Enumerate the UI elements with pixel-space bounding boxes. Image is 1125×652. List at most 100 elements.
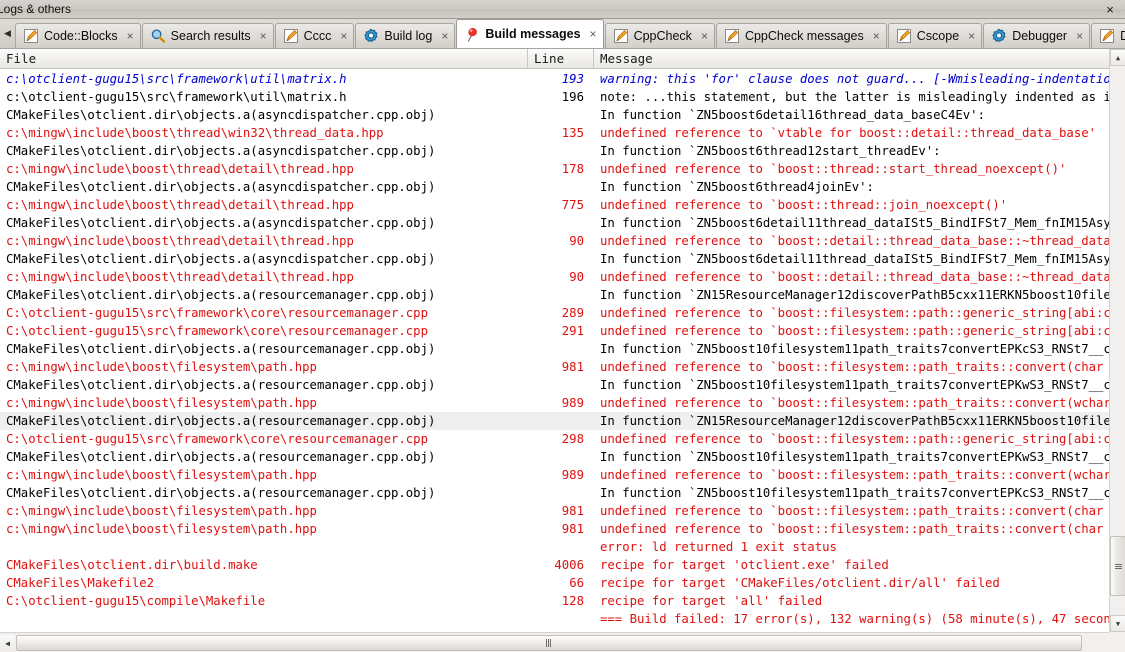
table-row[interactable]: CMakeFiles\otclient.dir\objects.a(asyncd…	[0, 214, 1109, 232]
table-row[interactable]: === Build failed: 17 error(s), 132 warni…	[0, 610, 1109, 628]
table-row[interactable]: C:\otclient-gugu15\src\framework\core\re…	[0, 304, 1109, 322]
tab-cppcheck[interactable]: CppCheck ×	[604, 23, 715, 48]
table-row[interactable]: CMakeFiles\otclient.dir\objects.a(resour…	[0, 448, 1109, 466]
scroll-left-icon[interactable]: ◀	[0, 635, 15, 651]
cell-line: 981	[561, 522, 584, 536]
cell-message: === Build failed: 17 error(s), 132 warni…	[600, 612, 1109, 626]
table-row[interactable]: CMakeFiles\otclient.dir\objects.a(asyncd…	[0, 250, 1109, 268]
tab-code-blocks[interactable]: Code::Blocks ×	[15, 23, 141, 48]
grid-body: c:\otclient-gugu15\src\framework\util\ma…	[0, 70, 1109, 632]
cell-line: 989	[561, 468, 584, 482]
tab-close-icon[interactable]: ×	[1076, 30, 1083, 42]
vertical-scrollbar-thumb[interactable]	[1110, 536, 1125, 596]
table-row[interactable]: CMakeFiles\otclient.dir\objects.a(asyncd…	[0, 142, 1109, 160]
tab-cccc[interactable]: Cccc ×	[274, 23, 355, 48]
tab-close-icon[interactable]: ×	[968, 30, 975, 42]
table-row[interactable]: C:\otclient-gugu15\src\framework\core\re…	[0, 322, 1109, 340]
cell-line: 981	[561, 504, 584, 518]
cell-message: In function `ZN15ResourceManager12discov…	[600, 288, 1109, 302]
cell-line	[528, 250, 594, 268]
cell-line	[528, 106, 594, 124]
table-row[interactable]: c:\otclient-gugu15\src\framework\util\ma…	[0, 88, 1109, 106]
panel-titlebar: Logs & others ×	[0, 0, 1125, 19]
tab-cppcheck-messages[interactable]: CppCheck messages ×	[715, 23, 887, 48]
tab-close-icon[interactable]: ×	[340, 30, 347, 42]
tab-label: CppCheck	[633, 29, 692, 43]
tab-scroll-left-icon[interactable]: ◀	[0, 19, 15, 48]
scrollbar-corner	[1109, 632, 1125, 652]
gear-icon	[991, 28, 1007, 44]
table-row[interactable]: C:\otclient-gugu15\src\framework\core\re…	[0, 430, 1109, 448]
close-icon[interactable]: ×	[1095, 0, 1125, 19]
tab-close-icon[interactable]: ×	[873, 30, 880, 42]
table-row[interactable]: c:\mingw\include\boost\filesystem\path.h…	[0, 394, 1109, 412]
table-row[interactable]: c:\mingw\include\boost\thread\detail\thr…	[0, 196, 1109, 214]
column-header-line[interactable]: Line	[528, 49, 594, 69]
tab-search-results[interactable]: Search results ×	[141, 23, 274, 48]
tab-close-icon[interactable]: ×	[441, 30, 448, 42]
tab-build-messages[interactable]: Build messages ×	[456, 19, 604, 48]
table-row[interactable]: CMakeFiles\otclient.dir\objects.a(asyncd…	[0, 178, 1109, 196]
table-row[interactable]: c:\mingw\include\boost\thread\win32\thre…	[0, 124, 1109, 142]
tab-close-icon[interactable]: ×	[701, 30, 708, 42]
cell-message: undefined reference to `boost::thread::s…	[600, 162, 1067, 176]
tab-close-icon[interactable]: ×	[260, 30, 267, 42]
tab-close-icon[interactable]: ×	[590, 28, 597, 40]
table-row[interactable]: CMakeFiles\otclient.dir\objects.a(asyncd…	[0, 106, 1109, 124]
table-row[interactable]: c:\otclient-gugu15\src\framework\util\ma…	[0, 70, 1109, 88]
tab-label: D	[1120, 29, 1125, 43]
table-row[interactable]: C:\otclient-gugu15\compile\Makefile 128 re…	[0, 592, 1109, 610]
cell-line: 128	[561, 594, 584, 608]
tab-d[interactable]: D	[1091, 23, 1125, 48]
table-row[interactable]: c:\mingw\include\boost\filesystem\path.h…	[0, 466, 1109, 484]
tab-label: CppCheck messages	[744, 29, 864, 43]
cell-file: c:\mingw\include\boost\filesystem\path.h…	[6, 468, 317, 482]
cell-file: c:\mingw\include\boost\thread\detail\thr…	[6, 162, 354, 176]
table-row[interactable]: CMakeFiles\otclient.dir\objects.a(resour…	[0, 286, 1109, 304]
tab-close-icon[interactable]: ×	[127, 30, 134, 42]
cell-file: CMakeFiles\otclient.dir\objects.a(resour…	[6, 342, 436, 356]
tab-strip: ◀ Code::Blocks × Search results × Cccc × Build…	[0, 19, 1125, 49]
table-row[interactable]: c:\mingw\include\boost\filesystem\path.h…	[0, 520, 1109, 538]
tab-label: Cccc	[303, 29, 332, 43]
table-row[interactable]: c:\mingw\include\boost\thread\detail\thr…	[0, 268, 1109, 286]
cell-message: undefined reference to `boost::filesyste…	[600, 522, 1109, 536]
table-row[interactable]: c:\mingw\include\boost\filesystem\path.h…	[0, 358, 1109, 376]
table-row[interactable]: CMakeFiles\otclient.dir\objects.a(resour…	[0, 340, 1109, 358]
table-row[interactable]: CMakeFiles\otclient.dir\objects.a(resour…	[0, 484, 1109, 502]
pencil-icon	[896, 28, 912, 44]
tab-cscope[interactable]: Cscope ×	[887, 23, 983, 48]
scroll-down-icon[interactable]: ▼	[1110, 615, 1125, 632]
horizontal-scrollbar-thumb[interactable]	[16, 635, 1082, 651]
table-row[interactable]: CMakeFiles\otclient.dir\build.make 4006 re…	[0, 556, 1109, 574]
tab-label: Code::Blocks	[44, 29, 118, 43]
cell-message: recipe for target 'all' failed	[600, 594, 823, 608]
horizontal-scrollbar[interactable]: ◀ ▶	[0, 632, 1125, 652]
pencil-icon	[1099, 28, 1115, 44]
pencil-icon	[23, 28, 39, 44]
column-header-file[interactable]: File	[0, 49, 528, 69]
cell-line	[528, 610, 594, 628]
table-row[interactable]: c:\mingw\include\boost\filesystem\path.h…	[0, 502, 1109, 520]
table-row[interactable]: CMakeFiles\Makefile2 66 recipe for target …	[0, 574, 1109, 592]
cell-message: undefined reference to `boost::filesyste…	[600, 306, 1109, 320]
cell-message: undefined reference to `boost::filesyste…	[600, 324, 1109, 338]
scroll-up-icon[interactable]: ▲	[1110, 49, 1125, 66]
vertical-scrollbar[interactable]: ▲ ▼	[1109, 49, 1125, 632]
cell-line	[528, 538, 594, 556]
cell-line	[528, 412, 594, 430]
pencil-icon	[613, 28, 629, 44]
table-row[interactable]: CMakeFiles\otclient.dir\objects.a(resour…	[0, 412, 1109, 430]
tab-debugger[interactable]: Debugger ×	[983, 23, 1091, 48]
column-header-message[interactable]: Message	[594, 49, 1109, 69]
table-row[interactable]: CMakeFiles\otclient.dir\objects.a(resour…	[0, 376, 1109, 394]
table-row[interactable]: c:\mingw\include\boost\thread\detail\thr…	[0, 232, 1109, 250]
cell-line	[528, 178, 594, 196]
cell-file: c:\mingw\include\boost\thread\detail\thr…	[6, 234, 354, 248]
cell-line: 135	[561, 126, 584, 140]
cell-message: undefined reference to `boost::filesyste…	[600, 432, 1109, 446]
tab-build-log[interactable]: Build log ×	[355, 23, 456, 48]
table-row[interactable]: error: ld returned 1 exit status	[0, 538, 1109, 556]
table-row[interactable]: c:\mingw\include\boost\thread\detail\thr…	[0, 160, 1109, 178]
cell-file: c:\mingw\include\boost\filesystem\path.h…	[6, 360, 317, 374]
